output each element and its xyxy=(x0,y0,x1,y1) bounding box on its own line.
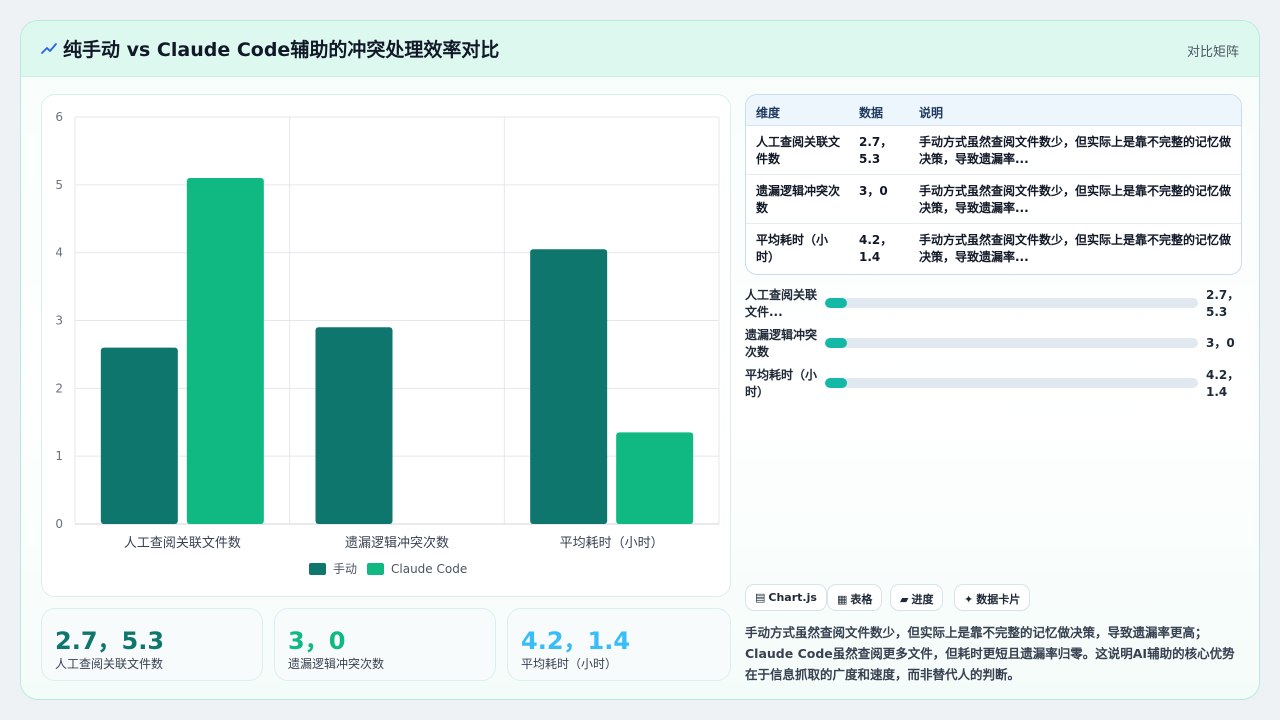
table-cell: 手动方式虽然查阅文件数少，但实际上是靠不完整的记忆做决策，导致遗漏率... xyxy=(919,233,1232,264)
x-tick-label: 人工查阅关联文件数 xyxy=(124,536,241,551)
chip-label: 进度 xyxy=(911,593,934,606)
table-cell: 人工查阅关联文件数 xyxy=(756,135,841,166)
legend-swatch xyxy=(309,563,326,575)
legend-label: 手动 xyxy=(333,562,357,576)
table-icon: ▦ xyxy=(837,593,848,606)
progress-value: 3，0 xyxy=(1206,336,1235,350)
progress-track xyxy=(825,378,1198,388)
y-tick-label: 4 xyxy=(55,246,63,260)
kpi-label: 平均耗时（小时） xyxy=(521,657,618,671)
progress-row: 遗漏逻辑冲突次数 3，0 xyxy=(745,327,1245,361)
progress-fill xyxy=(825,338,848,348)
progress-fill xyxy=(825,298,848,308)
table-cell: 手动方式虽然查阅文件数少，但实际上是靠不完整的记忆做决策，导致遗漏率... xyxy=(919,135,1232,166)
comparison-table: 维度 数据 说明 人工查阅关联文件数 2.7，5.3 手动方式虽然查阅文件数少，… xyxy=(745,94,1242,275)
kpi-card-conflicts: 3，0 遗漏逻辑冲突次数 xyxy=(274,608,496,681)
progress-label: 人工查阅关联文件... xyxy=(745,288,818,319)
view-mode-label: 对比矩阵 xyxy=(1186,45,1239,60)
table-cell: 遗漏逻辑冲突次数 xyxy=(756,184,841,215)
progress-fill xyxy=(825,378,848,388)
progress-label: 平均耗时（小时） xyxy=(745,368,818,399)
x-tick-label: 遗漏逻辑冲突次数 xyxy=(345,535,449,551)
table-row: 平均耗时（小时） 4.2，1.4 手动方式虽然查阅文件数少，但实际上是靠不完整的… xyxy=(746,224,1241,273)
comparison-card: 纯手动 vs Claude Code辅助的冲突处理效率对比 对比矩阵 0 1 2 3 4… xyxy=(20,20,1260,700)
y-tick-label: 2 xyxy=(55,381,63,395)
chip-label: 数据卡片 xyxy=(976,593,1021,606)
progress-row: 人工查阅关联文件... 2.7，5.3 xyxy=(745,287,1245,321)
table-cell: 手动方式虽然查阅文件数少，但实际上是靠不完整的记忆做决策，导致遗漏率... xyxy=(919,184,1232,215)
progress-value: 4.2，1.4 xyxy=(1206,368,1240,399)
legend-swatch xyxy=(367,563,384,575)
table-cell: 平均耗时（小时） xyxy=(756,233,829,264)
kpi-value: 4.2，1.4 xyxy=(521,627,631,655)
bar xyxy=(186,178,264,525)
bar xyxy=(100,347,178,524)
sparkle-icon: ✦ xyxy=(964,593,974,606)
table-row: 人工查阅关联文件数 2.7，5.3 手动方式虽然查阅文件数少，但实际上是靠不完整… xyxy=(746,126,1241,175)
chip-label: 表格 xyxy=(850,593,873,606)
column-header: 数据 xyxy=(859,106,884,120)
y-tick-label: 1 xyxy=(55,449,63,463)
table-cell: 2.7，5.3 xyxy=(859,135,893,166)
kpi-label: 人工查阅关联文件数 xyxy=(55,657,164,671)
chip-chartjs[interactable]: ▤ Chart.js xyxy=(745,584,827,611)
kpi-card-files: 2.7，5.3 人工查阅关联文件数 xyxy=(41,608,263,681)
y-tick-label: 0 xyxy=(55,517,63,531)
bar-chart-panel: 0 1 2 3 4 5 6 人工查阅关联文件数 遗漏逻辑冲突次数 平均耗时（小时） 手动 Claude… xyxy=(41,94,731,597)
progress-row: 平均耗时（小时） 4.2，1.4 xyxy=(745,367,1245,401)
bar xyxy=(530,249,608,524)
kpi-label: 遗漏逻辑冲突次数 xyxy=(288,657,385,671)
x-tick-label: 平均耗时（小时） xyxy=(560,536,664,551)
kpi-card-time: 4.2，1.4 平均耗时（小时） xyxy=(507,608,731,681)
table-cell: 3，0 xyxy=(859,184,888,198)
card-header: 纯手动 vs Claude Code辅助的冲突处理效率对比 对比矩阵 xyxy=(21,21,1259,77)
chip-progress[interactable]: ▰ 进度 xyxy=(890,584,944,611)
progress-value: 2.7，5.3 xyxy=(1206,288,1240,319)
y-tick-label: 5 xyxy=(55,178,63,192)
bar xyxy=(616,432,694,524)
progress-track xyxy=(825,338,1198,348)
bar-chart: 0 1 2 3 4 5 6 人工查阅关联文件数 遗漏逻辑冲突次数 平均耗时（小时） 手动 Claude… xyxy=(55,110,720,576)
chip-data-cards[interactable]: ✦ 数据卡片 xyxy=(954,584,1031,611)
column-header: 维度 xyxy=(756,106,781,120)
chip-table[interactable]: ▦ 表格 xyxy=(827,584,883,611)
bar xyxy=(315,327,393,524)
kpi-value: 3，0 xyxy=(288,627,346,655)
summary-text: 手动方式虽然查阅文件数少，但实际上是靠不完整的记忆做决策，导致遗漏率更高；Cla… xyxy=(745,625,1235,682)
kpi-value: 2.7，5.3 xyxy=(55,627,165,655)
y-tick-label: 6 xyxy=(55,110,63,124)
table-row: 遗漏逻辑冲突次数 3，0 手动方式虽然查阅文件数少，但实际上是靠不完整的记忆做决… xyxy=(746,175,1241,224)
table-header-row: 维度 数据 说明 xyxy=(746,95,1241,126)
progress-icon: ▰ xyxy=(900,593,909,606)
page-title: 纯手动 vs Claude Code辅助的冲突处理效率对比 xyxy=(63,39,500,61)
progress-track xyxy=(825,298,1198,308)
chart-trend-icon xyxy=(41,43,57,54)
legend-label: Claude Code xyxy=(391,562,467,576)
progress-label: 遗漏逻辑冲突次数 xyxy=(745,328,818,359)
chip-label: Chart.js xyxy=(768,591,817,604)
y-tick-label: 3 xyxy=(55,314,63,328)
column-header: 说明 xyxy=(919,106,944,120)
chart-icon: ▤ xyxy=(755,591,766,604)
table-cell: 4.2，1.4 xyxy=(859,233,893,264)
